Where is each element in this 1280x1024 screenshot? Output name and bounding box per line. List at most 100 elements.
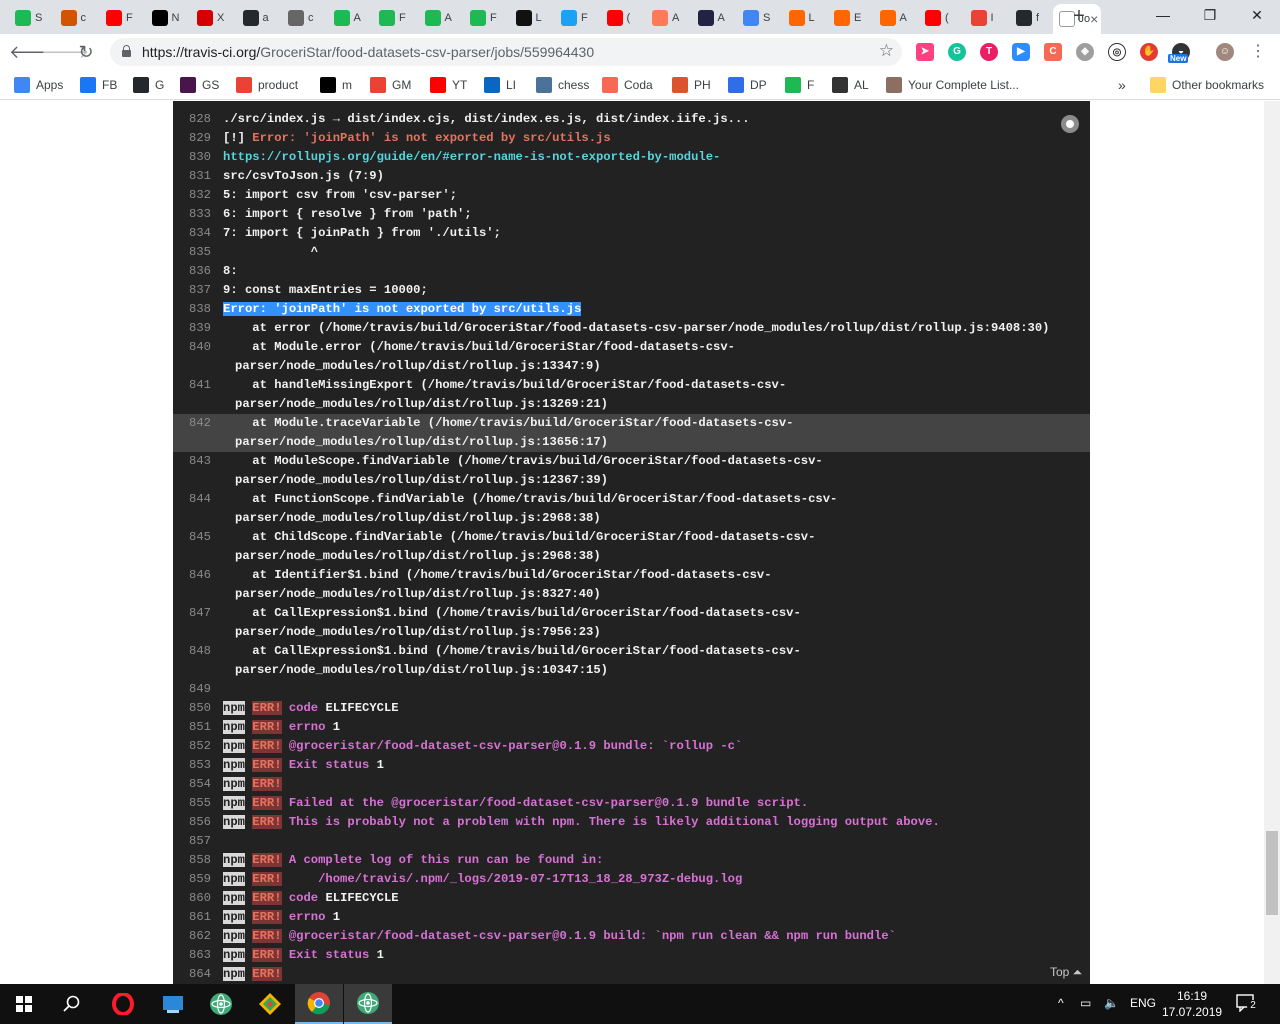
- search-button[interactable]: [48, 984, 96, 1024]
- browser-tab[interactable]: A: [692, 4, 730, 32]
- browser-tab[interactable]: L: [510, 4, 548, 32]
- bookmark-item[interactable]: Apps: [14, 76, 63, 94]
- lock-icon[interactable]: [122, 45, 131, 57]
- browser-tab[interactable]: F: [464, 4, 502, 32]
- log-line-number[interactable]: 834: [173, 224, 223, 243]
- reload-button[interactable]: ↻: [74, 40, 98, 64]
- browser-tab[interactable]: A: [874, 4, 912, 32]
- more-bookmarks-button[interactable]: »: [1118, 76, 1126, 94]
- browser-tab[interactable]: A: [419, 4, 457, 32]
- log-line-number[interactable]: 845: [173, 528, 223, 547]
- browser-tab[interactable]: f: [1010, 4, 1048, 32]
- taskbar-atom[interactable]: [197, 984, 245, 1024]
- extension-t-icon[interactable]: T: [980, 43, 998, 61]
- log-line-number[interactable]: 860: [173, 889, 223, 908]
- browser-tab[interactable]: L: [783, 4, 821, 32]
- coda-extension-icon[interactable]: C: [1044, 43, 1062, 61]
- bookmark-star-icon[interactable]: ☆: [879, 41, 894, 61]
- log-line-number[interactable]: 829: [173, 129, 223, 148]
- grammarly-icon[interactable]: G: [948, 43, 966, 61]
- log-line-number[interactable]: 848: [173, 642, 223, 661]
- log-line-number[interactable]: 856: [173, 813, 223, 832]
- log-line-number[interactable]: 830: [173, 148, 223, 167]
- browser-tab[interactable]: A: [646, 4, 684, 32]
- network-icon[interactable]: ▭: [1080, 996, 1091, 1010]
- scrollbar-thumb[interactable]: [1266, 831, 1278, 915]
- extension-arrow-icon[interactable]: ➤: [916, 43, 934, 61]
- log-line-number[interactable]: 836: [173, 262, 223, 281]
- browser-tab[interactable]: (: [601, 4, 639, 32]
- bookmark-item[interactable]: product: [236, 76, 298, 94]
- browser-tab[interactable]: I: [965, 4, 1003, 32]
- browser-tab[interactable]: A: [328, 4, 366, 32]
- forward-button[interactable]: 🡒: [41, 40, 89, 64]
- bookmark-item[interactable]: Your Complete List...: [886, 76, 1019, 94]
- browser-tab[interactable]: X: [191, 4, 229, 32]
- taskbar-chrome[interactable]: [295, 984, 343, 1024]
- new-tab-button[interactable]: +: [1070, 5, 1088, 29]
- bookmark-item[interactable]: FB: [80, 76, 117, 94]
- bookmark-item[interactable]: GM: [370, 76, 411, 94]
- browser-tab[interactable]: F: [373, 4, 411, 32]
- close-window-button[interactable]: ✕: [1234, 0, 1280, 30]
- bookmark-item[interactable]: Coda: [602, 76, 653, 94]
- taskbar-file-explorer[interactable]: [149, 984, 197, 1024]
- log-line-number[interactable]: 861: [173, 908, 223, 927]
- taskbar-gitkraken[interactable]: [246, 984, 294, 1024]
- back-button[interactable]: 🡐: [9, 40, 57, 64]
- log-line-number[interactable]: 844: [173, 490, 223, 509]
- bookmark-item[interactable]: PH: [672, 76, 711, 94]
- bookmark-item[interactable]: YT: [430, 76, 467, 94]
- minimize-button[interactable]: —: [1140, 0, 1186, 30]
- log-line-number[interactable]: 853: [173, 756, 223, 775]
- log-line-number[interactable]: 852: [173, 737, 223, 756]
- openai-extension-icon[interactable]: ◎: [1108, 43, 1126, 61]
- taskbar-atom-2[interactable]: [344, 984, 392, 1024]
- log-scroll-toggle-button[interactable]: [1061, 115, 1079, 133]
- log-line-number[interactable]: 863: [173, 946, 223, 965]
- log-line-number[interactable]: 832: [173, 186, 223, 205]
- log-line-number[interactable]: 839: [173, 319, 223, 338]
- bookmark-item[interactable]: LI: [484, 76, 516, 94]
- log-line-number[interactable]: 857: [173, 832, 223, 851]
- browser-tab[interactable]: c: [55, 4, 93, 32]
- browser-tab[interactable]: S: [737, 4, 775, 32]
- windows-start-button[interactable]: [0, 984, 48, 1024]
- browser-tab[interactable]: F: [555, 4, 593, 32]
- cube-extension-icon[interactable]: ◈: [1076, 43, 1094, 61]
- log-line-number[interactable]: 850: [173, 699, 223, 718]
- volume-icon[interactable]: 🔈: [1104, 996, 1119, 1010]
- log-line-number[interactable]: 837: [173, 281, 223, 300]
- close-tab-icon[interactable]: ×: [1090, 11, 1098, 27]
- log-line-number[interactable]: 841: [173, 376, 223, 395]
- log-line-number[interactable]: 849: [173, 680, 223, 699]
- bookmark-item[interactable]: m: [320, 76, 352, 94]
- scroll-to-top-button[interactable]: Top ⏶: [1050, 965, 1082, 980]
- log-line-number[interactable]: 831: [173, 167, 223, 186]
- browser-tab[interactable]: a: [237, 4, 275, 32]
- bookmark-item[interactable]: GS: [180, 76, 219, 94]
- clock[interactable]: 16:19 17.07.2019: [1162, 988, 1222, 1020]
- log-line-number[interactable]: 855: [173, 794, 223, 813]
- log-line-number[interactable]: 833: [173, 205, 223, 224]
- hand-extension-icon[interactable]: ✋: [1140, 43, 1158, 61]
- log-line-number[interactable]: 864: [173, 965, 223, 984]
- browser-tab[interactable]: N: [146, 4, 184, 32]
- restore-button[interactable]: ❐: [1187, 0, 1233, 30]
- log-line-number[interactable]: 851: [173, 718, 223, 737]
- bookmark-item[interactable]: chess: [536, 76, 589, 94]
- log-line-number[interactable]: 835: [173, 243, 223, 262]
- browser-tab[interactable]: E: [828, 4, 866, 32]
- log-line-number[interactable]: 858: [173, 851, 223, 870]
- log-line-number[interactable]: 843: [173, 452, 223, 471]
- browser-tab[interactable]: S: [9, 4, 47, 32]
- browser-tab[interactable]: (: [919, 4, 957, 32]
- log-line-number[interactable]: 847: [173, 604, 223, 623]
- bookmark-item[interactable]: G: [133, 76, 164, 94]
- address-bar[interactable]: https://travis-ci.org/GroceriStar/food-d…: [110, 38, 902, 66]
- log-line-number[interactable]: 846: [173, 566, 223, 585]
- profile-avatar[interactable]: ☺: [1216, 43, 1234, 61]
- zoom-icon[interactable]: ▶: [1012, 43, 1030, 61]
- log-line-number[interactable]: 828: [173, 110, 223, 129]
- log-line-number[interactable]: 840: [173, 338, 223, 357]
